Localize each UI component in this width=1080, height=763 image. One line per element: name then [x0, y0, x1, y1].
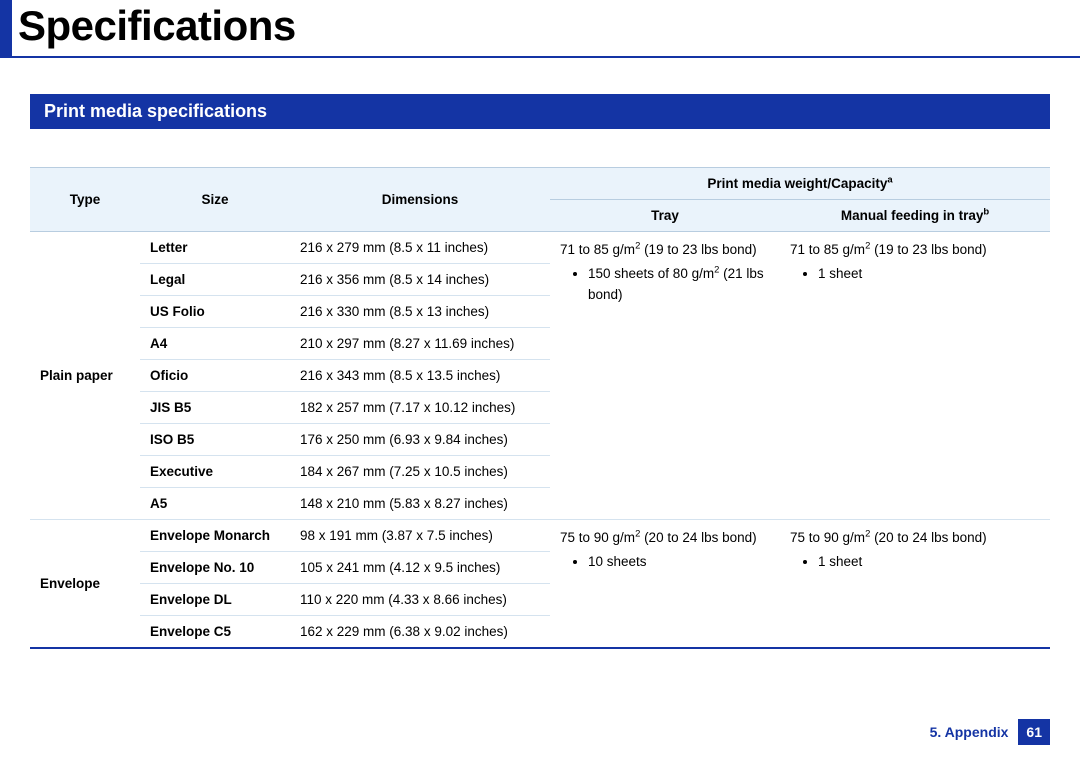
dimensions-cell: 182 x 257 mm (7.17 x 10.12 inches): [290, 392, 550, 424]
size-cell: Envelope Monarch: [140, 520, 290, 552]
manual-sup: b: [983, 207, 989, 218]
page-number: 61: [1018, 719, 1050, 745]
size-cell: Oficio: [140, 360, 290, 392]
capacity-group-label: Print media weight/Capacity: [707, 176, 887, 191]
col-type: Type: [30, 168, 140, 232]
size-cell: US Folio: [140, 296, 290, 328]
size-cell: Envelope No. 10: [140, 552, 290, 584]
size-cell: A4: [140, 328, 290, 360]
footer-section-label: 5. Appendix: [930, 724, 1009, 740]
dimensions-cell: 216 x 343 mm (8.5 x 13.5 inches): [290, 360, 550, 392]
capacity-group-sup: a: [887, 175, 892, 186]
page-title-block: Specifications: [0, 0, 1080, 56]
dimensions-cell: 216 x 330 mm (8.5 x 13 inches): [290, 296, 550, 328]
size-cell: ISO B5: [140, 424, 290, 456]
specs-table: Type Size Dimensions Print media weight/…: [30, 167, 1050, 649]
table-row: Plain paperLetter216 x 279 mm (8.5 x 11 …: [30, 232, 1050, 264]
size-cell: Envelope C5: [140, 616, 290, 649]
dimensions-cell: 98 x 191 mm (3.87 x 7.5 inches): [290, 520, 550, 552]
manual-capacity-cell: 75 to 90 g/m2 (20 to 24 lbs bond)1 sheet: [780, 520, 1050, 649]
title-accent-bar: [0, 0, 12, 56]
col-capacity-group: Print media weight/Capacitya: [550, 168, 1050, 200]
dimensions-cell: 110 x 220 mm (4.33 x 8.66 inches): [290, 584, 550, 616]
col-manual: Manual feeding in trayb: [780, 200, 1050, 232]
dimensions-cell: 148 x 210 mm (5.83 x 8.27 inches): [290, 488, 550, 520]
section-header: Print media specifications: [30, 94, 1050, 129]
size-cell: Letter: [140, 232, 290, 264]
page-footer: 5. Appendix 61: [930, 719, 1050, 745]
col-size: Size: [140, 168, 290, 232]
size-cell: Executive: [140, 456, 290, 488]
tray-capacity-cell: 75 to 90 g/m2 (20 to 24 lbs bond)10 shee…: [550, 520, 780, 649]
manual-label: Manual feeding in tray: [841, 208, 984, 223]
size-cell: A5: [140, 488, 290, 520]
type-cell: Plain paper: [30, 232, 140, 520]
dimensions-cell: 162 x 229 mm (6.38 x 9.02 inches): [290, 616, 550, 649]
size-cell: JIS B5: [140, 392, 290, 424]
col-tray: Tray: [550, 200, 780, 232]
table-row: EnvelopeEnvelope Monarch98 x 191 mm (3.8…: [30, 520, 1050, 552]
size-cell: Legal: [140, 264, 290, 296]
title-underline: [0, 56, 1080, 58]
dimensions-cell: 184 x 267 mm (7.25 x 10.5 inches): [290, 456, 550, 488]
dimensions-cell: 216 x 356 mm (8.5 x 14 inches): [290, 264, 550, 296]
col-dimensions: Dimensions: [290, 168, 550, 232]
dimensions-cell: 216 x 279 mm (8.5 x 11 inches): [290, 232, 550, 264]
page-title: Specifications: [18, 0, 296, 56]
size-cell: Envelope DL: [140, 584, 290, 616]
tray-capacity-cell: 71 to 85 g/m2 (19 to 23 lbs bond)150 she…: [550, 232, 780, 520]
dimensions-cell: 176 x 250 mm (6.93 x 9.84 inches): [290, 424, 550, 456]
type-cell: Envelope: [30, 520, 140, 649]
manual-capacity-cell: 71 to 85 g/m2 (19 to 23 lbs bond)1 sheet: [780, 232, 1050, 520]
dimensions-cell: 105 x 241 mm (4.12 x 9.5 inches): [290, 552, 550, 584]
dimensions-cell: 210 x 297 mm (8.27 x 11.69 inches): [290, 328, 550, 360]
